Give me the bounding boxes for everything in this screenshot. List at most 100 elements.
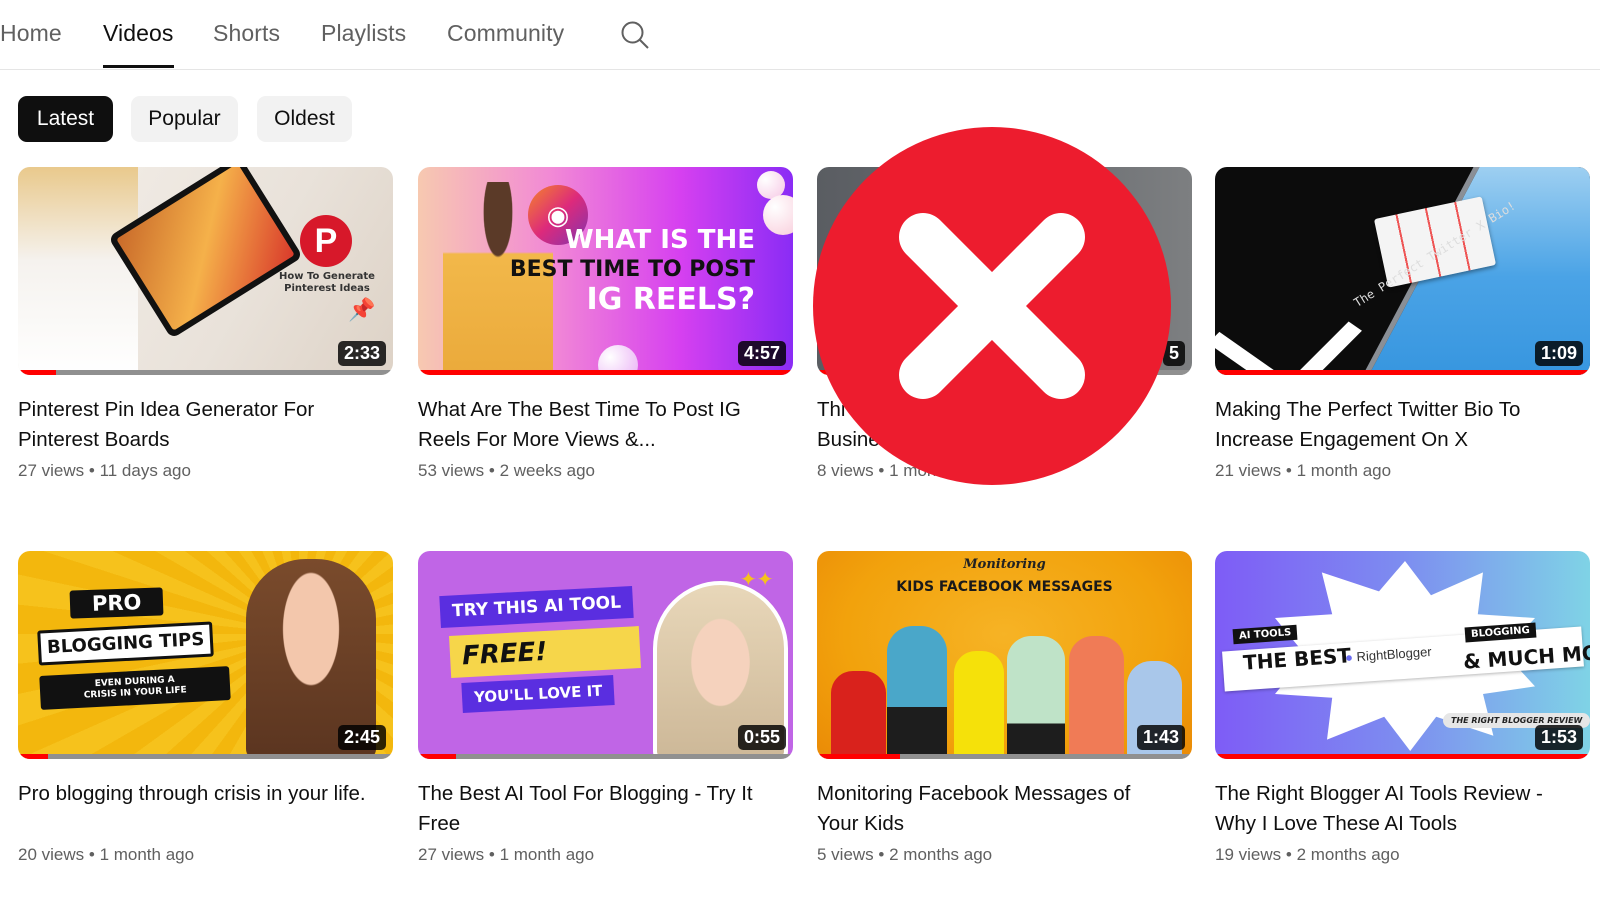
upload-age: 11 days ago: [99, 461, 191, 480]
video-duration: 4:57: [737, 341, 786, 366]
thumbnail-caption: TRY THIS AI TOOL: [439, 585, 634, 629]
tab-shorts[interactable]: Shorts: [213, 20, 280, 47]
video-thumbnail[interactable]: AI TOOLS THE BEST ● RightBlogger BLOGGIN…: [1215, 551, 1590, 759]
video-duration: 1:09: [1534, 341, 1583, 366]
view-count: 19 views: [1215, 845, 1282, 864]
video-meta: 27 views • 11 days ago: [18, 461, 393, 481]
upload-age: 1 month ago: [499, 845, 595, 864]
watch-progress: [1215, 754, 1590, 759]
meta-separator: •: [88, 845, 95, 864]
tab-community[interactable]: Community: [447, 20, 564, 47]
video-card[interactable]: P How To Generate Pinterest Ideas 📌 2:33…: [18, 167, 393, 481]
watch-progress: [418, 754, 793, 759]
watch-progress-fill: [418, 370, 793, 375]
video-title[interactable]: Pinterest Pin Idea Generator For Pintere…: [18, 395, 393, 455]
video-duration: 1:53: [1534, 725, 1583, 750]
video-duration: 2:33: [337, 341, 386, 366]
watch-progress: [817, 754, 1192, 759]
thumbnail-image: Monitoring KIDS FACEBOOK MESSAGES: [817, 551, 1192, 759]
watch-progress-fill: [418, 754, 456, 759]
filter-oldest[interactable]: Oldest: [257, 96, 352, 142]
video-duration: 0:55: [737, 725, 786, 750]
sparkle-icon: ✦✦: [740, 569, 774, 591]
video-meta: 20 views • 1 month ago: [18, 845, 393, 865]
thumbnail-caption: Pinterest Ideas: [284, 283, 370, 294]
video-thumbnail[interactable]: Monitoring KIDS FACEBOOK MESSAGES 1:43: [817, 551, 1192, 759]
meta-separator: •: [488, 845, 495, 864]
video-thumbnail[interactable]: ◉ WHAT IS THE BEST TIME TO POST IG REELS…: [418, 167, 793, 375]
thumbnail-image: The Perfect Twitter X Bio!: [1215, 167, 1590, 375]
channel-tabs: Home Videos Shorts Playlists Community: [0, 0, 1600, 70]
upload-age: 2 months ago: [1296, 845, 1400, 864]
thumbnail-image: P How To Generate Pinterest Ideas 📌: [18, 167, 393, 375]
filter-latest[interactable]: Latest: [18, 96, 113, 142]
video-title[interactable]: Pro blogging through crisis in your life…: [18, 779, 393, 839]
thumbnail-image: ◉ WHAT IS THE BEST TIME TO POST IG REELS…: [418, 167, 793, 375]
view-count: 5 views: [817, 845, 874, 864]
pin-icon: 📌: [348, 297, 376, 322]
video-card[interactable]: Monitoring KIDS FACEBOOK MESSAGES 1:43 M…: [817, 551, 1192, 865]
video-card[interactable]: AI TOOLS THE BEST ● RightBlogger BLOGGIN…: [1215, 551, 1590, 865]
video-title[interactable]: Making The Perfect Twitter Bio To Increa…: [1215, 395, 1590, 455]
watch-progress-fill: [817, 754, 900, 759]
watch-progress-fill: [1215, 370, 1590, 375]
reject-x-icon: [813, 127, 1171, 485]
thumbnail-image: PRO BLOGGING TIPS EVEN DURING A CRISIS I…: [18, 551, 393, 759]
watch-progress: [418, 370, 793, 375]
thumbnail-caption: AI TOOLS: [1232, 624, 1298, 645]
view-count: 53 views: [418, 461, 485, 480]
filter-popular[interactable]: Popular: [131, 96, 238, 142]
video-thumbnail[interactable]: P How To Generate Pinterest Ideas 📌 2:33: [18, 167, 393, 375]
video-meta: 5 views • 2 months ago: [817, 845, 1192, 865]
meta-separator: •: [488, 461, 495, 480]
meta-separator: •: [1285, 845, 1292, 864]
tab-playlists[interactable]: Playlists: [321, 20, 406, 47]
thumbnail-caption: FREE!: [449, 626, 641, 678]
video-title[interactable]: The Best AI Tool For Blogging - Try It F…: [418, 779, 793, 839]
video-card[interactable]: PRO BLOGGING TIPS EVEN DURING A CRISIS I…: [18, 551, 393, 865]
video-card[interactable]: TRY THIS AI TOOL FREE! YOU'LL LOVE IT ✦✦…: [418, 551, 793, 865]
tab-videos[interactable]: Videos: [103, 20, 174, 68]
upload-age: 2 weeks ago: [499, 461, 596, 480]
video-duration: 2:45: [337, 725, 386, 750]
thumbnail-caption: How To Generate: [279, 271, 375, 282]
watch-progress-fill: [18, 370, 56, 375]
tab-home[interactable]: Home: [0, 20, 62, 47]
video-card[interactable]: The Perfect Twitter X Bio! 1:09 Making T…: [1215, 167, 1590, 481]
watch-progress-fill: [18, 754, 48, 759]
video-thumbnail[interactable]: The Perfect Twitter X Bio! 1:09: [1215, 167, 1590, 375]
thumbnail-caption: BLOGGING TIPS: [37, 621, 215, 666]
watch-progress-fill: [1215, 754, 1590, 759]
watch-progress: [1215, 370, 1590, 375]
view-count: 27 views: [18, 461, 85, 480]
video-duration: 1:43: [1136, 725, 1185, 750]
view-count: 21 views: [1215, 461, 1282, 480]
meta-separator: •: [88, 461, 95, 480]
video-title[interactable]: What Are The Best Time To Post IG Reels …: [418, 395, 793, 455]
upload-age: 1 month ago: [1296, 461, 1392, 480]
search-icon[interactable]: [620, 20, 650, 50]
thumbnail-caption: Monitoring: [963, 557, 1046, 572]
pinterest-logo-icon: P: [300, 215, 352, 267]
thumbnail-caption: BEST TIME TO POST: [509, 257, 755, 282]
thumbnail-image: TRY THIS AI TOOL FREE! YOU'LL LOVE IT ✦✦: [418, 551, 793, 759]
video-meta: 53 views • 2 weeks ago: [418, 461, 793, 481]
video-title[interactable]: Monitoring Facebook Messages of Your Kid…: [817, 779, 1192, 839]
video-thumbnail[interactable]: PRO BLOGGING TIPS EVEN DURING A CRISIS I…: [18, 551, 393, 759]
video-title[interactable]: The Right Blogger AI Tools Review - Why …: [1215, 779, 1590, 839]
thumbnail-caption: YOU'LL LOVE IT: [461, 675, 616, 713]
video-meta: 27 views • 1 month ago: [418, 845, 793, 865]
thumbnail-caption: PRO: [69, 587, 164, 619]
thumbnail-image: AI TOOLS THE BEST ● RightBlogger BLOGGIN…: [1215, 551, 1590, 759]
video-meta: 19 views • 2 months ago: [1215, 845, 1590, 865]
video-card[interactable]: ◉ WHAT IS THE BEST TIME TO POST IG REELS…: [418, 167, 793, 481]
thumbnail-caption: KIDS FACEBOOK MESSAGES: [896, 579, 1113, 595]
video-meta: 21 views • 1 month ago: [1215, 461, 1590, 481]
meta-separator: •: [1285, 461, 1292, 480]
watch-progress: [18, 370, 393, 375]
upload-age: 2 months ago: [889, 845, 993, 864]
thumbnail-caption: WHAT IS THE: [564, 225, 755, 255]
view-count: 20 views: [18, 845, 85, 864]
video-thumbnail[interactable]: TRY THIS AI TOOL FREE! YOU'LL LOVE IT ✦✦…: [418, 551, 793, 759]
view-count: 27 views: [418, 845, 485, 864]
